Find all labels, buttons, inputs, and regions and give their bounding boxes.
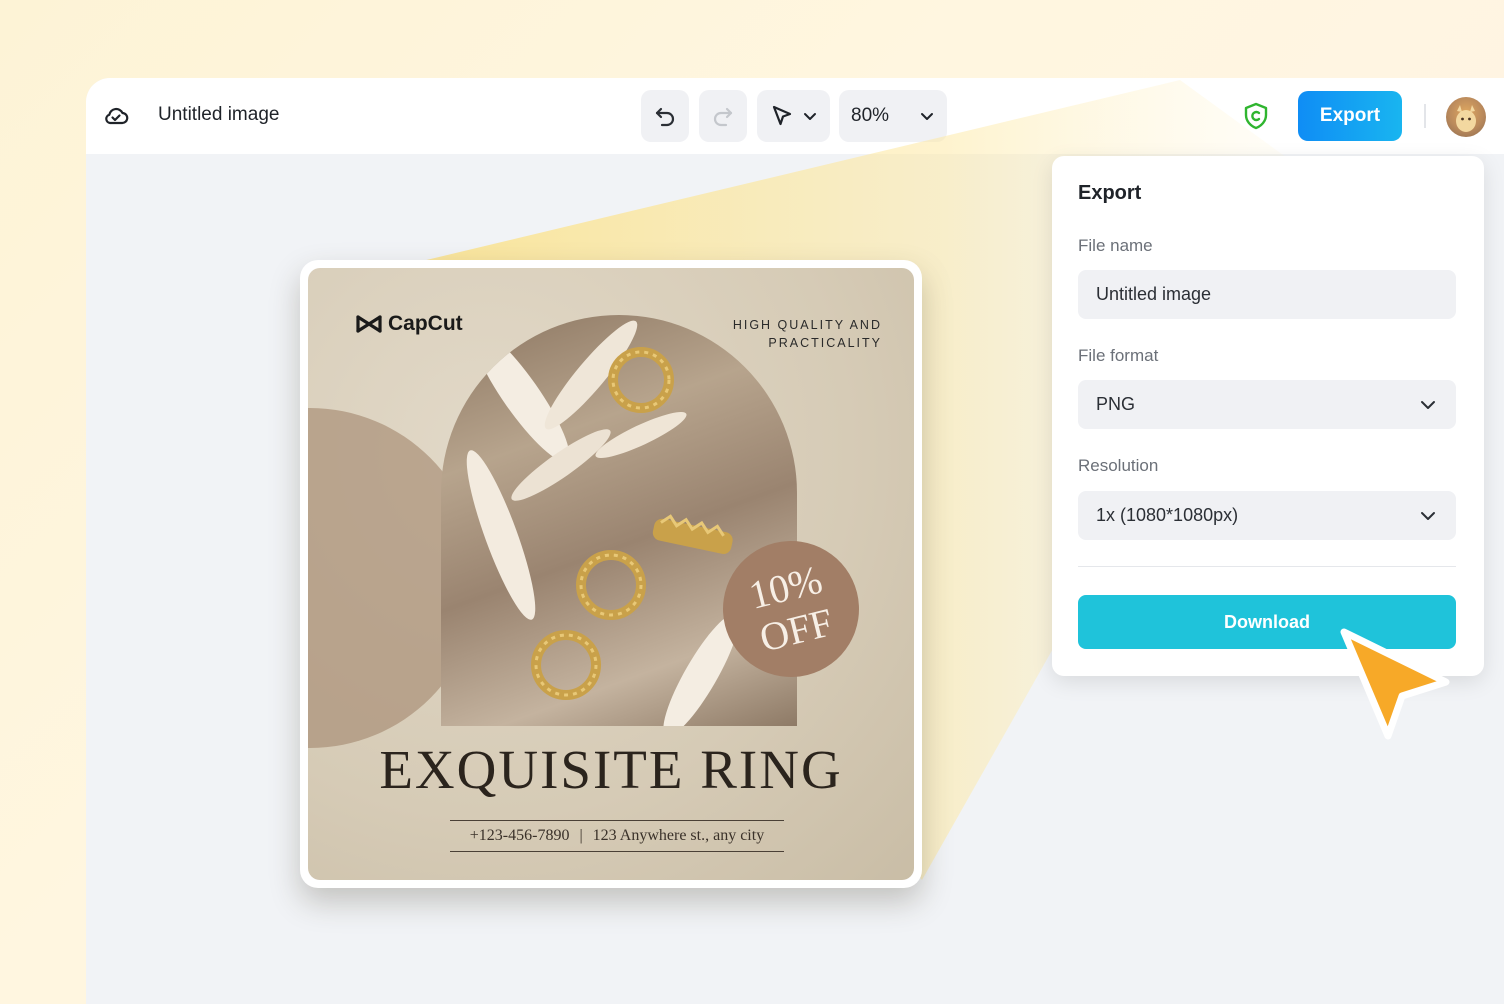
contact-separator: |: [579, 827, 583, 844]
resolution-label: Resolution: [1078, 456, 1159, 475]
redo-button[interactable]: [699, 90, 747, 142]
zoom-select[interactable]: 80%: [839, 90, 947, 142]
user-avatar-icon: [1456, 105, 1476, 132]
address: 123 Anywhere st., any city: [592, 827, 765, 844]
avatar[interactable]: [1446, 97, 1486, 137]
panel-divider: [1078, 566, 1456, 567]
chevron-down-icon: [803, 113, 816, 120]
chevron-down-icon: [921, 113, 933, 120]
chevron-down-icon: [1421, 511, 1435, 520]
cloud-sync-icon[interactable]: [102, 102, 130, 130]
file-format-select[interactable]: PNG: [1078, 380, 1456, 429]
jewelry-photo-illustration: [466, 320, 739, 726]
export-panel-title: Export: [1078, 182, 1142, 204]
capcut-logo-icon: [356, 315, 382, 333]
undo-icon: [655, 107, 675, 127]
file-format-label: File format: [1078, 346, 1159, 365]
chevron-down-icon: [1421, 400, 1435, 409]
design-canvas[interactable]: CapCut HIGH QUALITY AND PRACTICALITY 10%…: [300, 260, 922, 888]
phone-number: +123-456-7890: [469, 827, 570, 844]
poster-title: EXQUISITE RING: [379, 739, 843, 800]
file-name-label: File name: [1078, 236, 1153, 255]
brand-name: CapCut: [388, 312, 463, 335]
file-name-input[interactable]: Untitled image: [1078, 270, 1456, 319]
pointer-icon: [772, 105, 791, 126]
select-tool-button[interactable]: [757, 90, 830, 142]
resolution-select[interactable]: 1x (1080*1080px): [1078, 491, 1456, 540]
contact-info: +123-456-7890 | 123 Anywhere st., any ci…: [450, 820, 784, 852]
document-title[interactable]: Untitled image: [158, 104, 279, 126]
redo-icon: [713, 107, 733, 127]
poster: CapCut HIGH QUALITY AND PRACTICALITY 10%…: [308, 268, 914, 880]
brand-logo: CapCut: [356, 312, 463, 336]
undo-button[interactable]: [641, 90, 689, 142]
export-panel: Export File name Untitled image File for…: [1052, 156, 1484, 676]
cursor-arrow-icon: [1340, 628, 1450, 740]
top-toolbar: Untitled image 80% Export: [86, 78, 1504, 154]
export-button[interactable]: Export: [1298, 91, 1402, 141]
toolbar-divider: [1424, 104, 1426, 128]
copyright-shield-icon[interactable]: [1242, 102, 1270, 130]
product-photo: [441, 315, 797, 726]
zoom-value: 80%: [851, 105, 890, 126]
